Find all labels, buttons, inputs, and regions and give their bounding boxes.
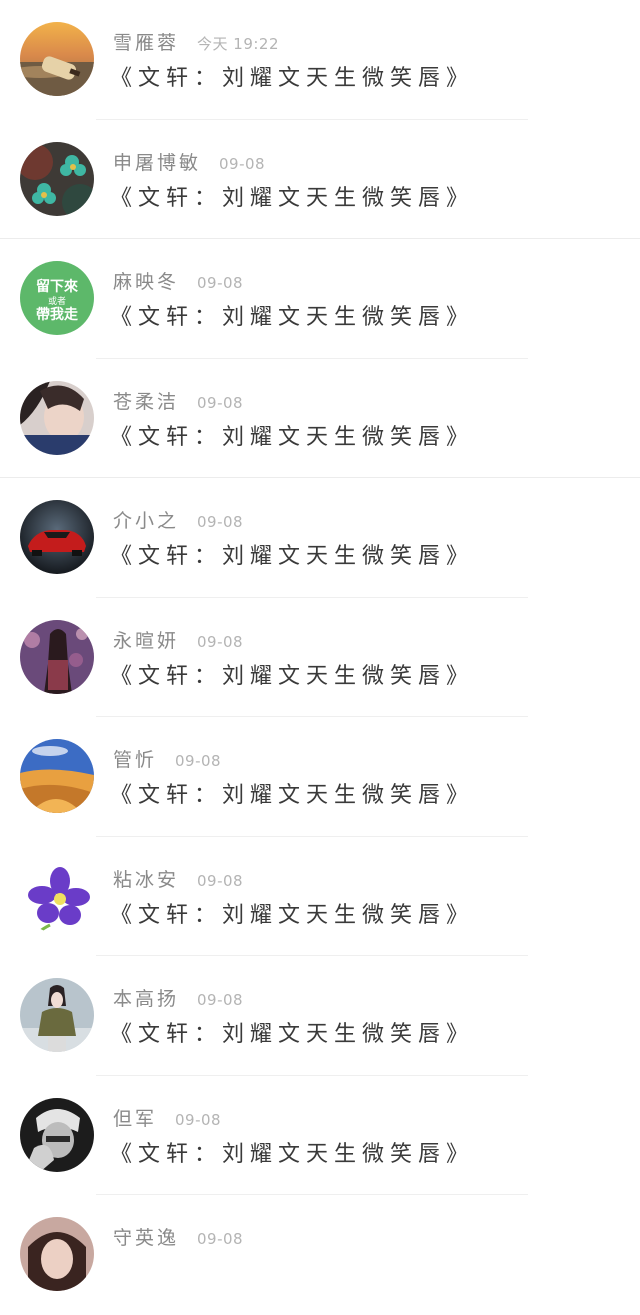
message-time: 09-08 — [175, 1110, 222, 1129]
message-time: 09-08 — [197, 513, 244, 531]
message-preview: 《文轩：刘耀文天生微笑唇》 — [110, 305, 475, 330]
list-item[interactable]: 但军 09-08 《文轩：刘耀文天生微笑唇》 — [0, 1076, 640, 1195]
red-sports-car-avatar-icon[interactable] — [20, 500, 94, 574]
sender-name: 但军 — [113, 1107, 158, 1130]
avatar-badge-text-2: 或者 — [48, 295, 66, 307]
sender-name: 介小之 — [113, 510, 180, 532]
message-time: 09-08 — [197, 1230, 244, 1248]
message-time: 09-08 — [197, 393, 244, 412]
avatar-badge-text-1: 留下來 — [36, 278, 78, 295]
sender-name: 守英逸 — [113, 1227, 180, 1249]
message-time: 09-08 — [197, 632, 244, 651]
list-item[interactable]: 永暄妍 09-08 《文轩：刘耀文天生微笑唇》 — [0, 598, 640, 717]
purple-orchid-avatar-icon[interactable] — [20, 858, 94, 933]
list-item[interactable]: 苍柔洁 09-08 《文轩：刘耀文天生微笑唇》 — [0, 359, 640, 478]
avatar-badge-text-3: 帶我走 — [36, 307, 79, 323]
list-item[interactable]: 申屠博敏 09-08 《文轩：刘耀文天生微笑唇》 — [0, 120, 640, 239]
list-item[interactable]: 粘冰安 09-08 《文轩：刘耀文天生微笑唇》 — [0, 837, 640, 956]
green-text-badge-avatar-icon[interactable]: 留下來 或者 帶我走 — [20, 261, 94, 335]
message-preview: 《文轩：刘耀文天生微笑唇》 — [110, 66, 475, 91]
message-preview: 《文轩：刘耀文天生微笑唇》 — [110, 424, 475, 450]
sender-name: 永暄妍 — [113, 629, 180, 652]
message-preview: 《文轩：刘耀文天生微笑唇》 — [110, 185, 475, 211]
bottle-on-beach-avatar-icon[interactable] — [20, 22, 94, 96]
girl-portrait-2-avatar-icon[interactable] — [20, 1217, 94, 1291]
sender-name: 粘冰安 — [113, 868, 180, 891]
girl-portrait-avatar-icon[interactable] — [20, 380, 94, 455]
message-preview: 《文轩：刘耀文天生微笑唇》 — [110, 544, 475, 569]
message-time: 今天 19:22 — [197, 35, 280, 53]
message-preview: 《文轩：刘耀文天生微笑唇》 — [110, 1141, 475, 1167]
message-time: 09-08 — [197, 991, 244, 1009]
message-time: 09-08 — [197, 274, 244, 292]
message-preview: 《文轩：刘耀文天生微笑唇》 — [110, 783, 475, 808]
message-time: 09-08 — [219, 154, 266, 173]
sender-name: 苍柔洁 — [113, 390, 180, 413]
girl-winter-avatar-icon[interactable] — [20, 978, 94, 1052]
sender-name: 麻映冬 — [113, 271, 180, 293]
message-list: 雪雁蓉 今天 19:22 《文轩：刘耀文天生微笑唇》 申屠博敏 09-08 《文… — [0, 0, 640, 1291]
list-item[interactable]: 本高扬 09-08 《文轩：刘耀文天生微笑唇》 — [0, 956, 640, 1076]
list-item[interactable]: 介小之 09-08 《文轩：刘耀文天生微笑唇》 — [0, 478, 640, 598]
list-item[interactable]: 守英逸 09-08 — [0, 1195, 640, 1315]
message-preview: 《文轩：刘耀文天生微笑唇》 — [110, 663, 475, 689]
message-preview: 《文轩：刘耀文天生微笑唇》 — [110, 902, 475, 928]
list-item[interactable]: 留下來 或者 帶我走 麻映冬 09-08 《文轩：刘耀文天生微笑唇》 — [0, 239, 640, 359]
monochrome-boy-avatar-icon[interactable] — [20, 1097, 94, 1172]
message-preview: 《文轩：刘耀文天生微笑唇》 — [110, 1022, 475, 1047]
sender-name: 管忻 — [113, 749, 158, 771]
message-time: 09-08 — [197, 871, 244, 890]
message-time: 09-08 — [175, 752, 222, 770]
girl-city-night-avatar-icon[interactable] — [20, 619, 94, 694]
list-item[interactable]: 管忻 09-08 《文轩：刘耀文天生微笑唇》 — [0, 717, 640, 837]
desert-dunes-avatar-icon[interactable] — [20, 739, 94, 813]
sender-name: 申屠博敏 — [113, 151, 202, 174]
list-item[interactable]: 雪雁蓉 今天 19:22 《文轩：刘耀文天生微笑唇》 — [0, 0, 640, 120]
sender-name: 本高扬 — [113, 988, 180, 1010]
sender-name: 雪雁蓉 — [113, 32, 180, 54]
teal-flowers-avatar-icon[interactable] — [20, 141, 94, 216]
